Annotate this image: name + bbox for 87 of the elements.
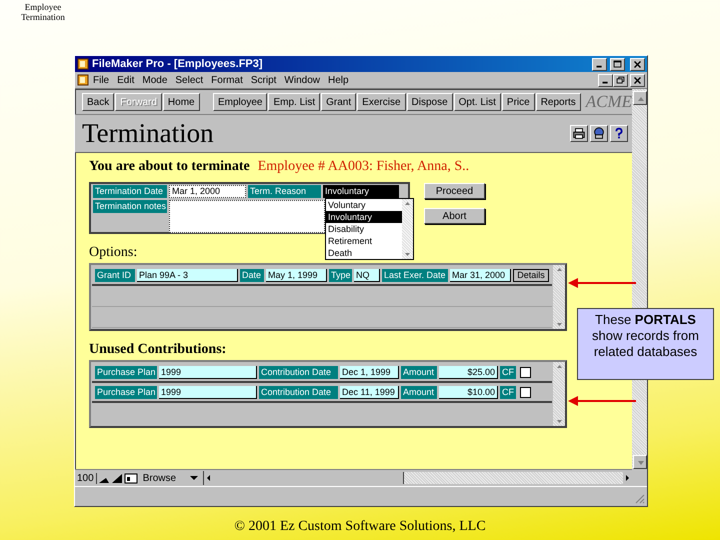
zoom-level[interactable]: 100 <box>75 472 97 484</box>
minimize-icon[interactable] <box>598 74 613 86</box>
logo-text: ACME <box>586 92 632 112</box>
notes-field[interactable] <box>169 200 325 233</box>
minimize-icon[interactable] <box>592 58 607 70</box>
menu-item[interactable]: Edit <box>113 74 138 86</box>
field-value: $25.00 <box>439 366 498 378</box>
flag-label: CF <box>500 366 516 378</box>
field-label: Purchase Plan <box>95 386 157 398</box>
resize-grip-icon[interactable] <box>634 493 645 504</box>
field-label: Last Exer. Date <box>382 268 448 282</box>
close-icon[interactable] <box>630 74 645 86</box>
menu-item[interactable]: Window <box>280 74 324 86</box>
field-value: Dec 11, 1999 <box>340 386 399 398</box>
field-label: Purchase Plan <box>95 366 157 378</box>
field-label: Term. Reason <box>248 185 321 198</box>
dropdown-option[interactable]: Disability <box>326 223 402 235</box>
field-value: NQ <box>354 268 380 282</box>
mode-dropdown[interactable]: Browse <box>140 472 189 484</box>
action-button[interactable]: Abort <box>424 208 485 224</box>
field-label: Grant ID <box>95 268 135 282</box>
field-label: Amount <box>401 366 437 378</box>
arrow <box>568 396 636 406</box>
menu-item[interactable]: Format <box>207 74 247 86</box>
field-label: Contribution Date <box>259 366 338 378</box>
scroll-up-icon[interactable] <box>632 91 646 105</box>
dropdown-option[interactable]: Retirement <box>326 235 402 247</box>
checkbox[interactable] <box>520 386 531 398</box>
details-button[interactable]: Details <box>513 268 549 282</box>
copyright-text: © 2001 Ez Custom Software Solutions, LLC <box>233 519 487 535</box>
field-value: Plan 99A - 3 <box>137 268 238 282</box>
toolbar-button[interactable]: Emp. List <box>268 93 320 111</box>
checkbox[interactable] <box>520 366 531 378</box>
slide-title: Employee Termination <box>20 2 66 22</box>
menu-item[interactable]: Script <box>246 74 280 86</box>
toolbar-button[interactable]: Dispose <box>406 93 453 111</box>
prompt-text: You are about to terminate <box>89 159 250 175</box>
dropdown-option[interactable]: Voluntary <box>326 199 402 211</box>
reason-dropdown[interactable]: Involuntary <box>323 185 399 198</box>
field-value: Dec 1, 1999 <box>340 366 399 378</box>
field-value: Mar 31, 2000 <box>450 268 511 282</box>
field-label: Contribution Date <box>259 386 338 398</box>
menu-item[interactable]: File <box>89 74 114 86</box>
flag-label: CF <box>500 386 516 398</box>
restore-icon[interactable] <box>613 74 628 86</box>
help-icon[interactable] <box>610 125 628 142</box>
field-value: 1999 <box>159 366 257 378</box>
dropdown-option[interactable]: Death <box>326 247 402 259</box>
layout-title: Termination <box>82 118 214 149</box>
toolbar-button[interactable]: Reports <box>536 93 581 111</box>
toolbar-button[interactable]: Price <box>502 93 535 111</box>
print-icon[interactable] <box>570 125 588 142</box>
menu-item[interactable]: Mode <box>138 74 172 86</box>
toolbar-button[interactable]: Opt. List <box>454 93 501 111</box>
dropdown-option[interactable]: Involuntary <box>326 211 402 223</box>
field-label: Termination notes <box>93 200 167 213</box>
field-label: Date <box>240 268 264 282</box>
toolbar-button[interactable]: Grant <box>321 93 356 111</box>
field-label: Type <box>329 268 352 282</box>
toolbar-button[interactable]: Employee <box>212 93 268 111</box>
field-label: Amount <box>401 386 437 398</box>
action-button[interactable]: Proceed <box>424 183 485 199</box>
toolbar-button[interactable]: Exercise <box>357 93 406 111</box>
field-value: $10.00 <box>439 386 498 398</box>
menu-item[interactable]: Help <box>324 74 353 86</box>
field-value: May 1, 1999 <box>266 268 327 282</box>
app-icon <box>77 58 89 70</box>
date-field[interactable]: Mar 1, 2000 <box>169 185 246 198</box>
section-heading: Unused Contributions: <box>89 342 226 358</box>
section-heading: Options: <box>89 245 138 261</box>
scroll-down-icon[interactable] <box>632 455 646 469</box>
callout-note: These PORTALS show records from related databases <box>577 308 714 380</box>
caret-icon[interactable] <box>190 475 199 481</box>
globe-icon[interactable] <box>590 125 608 142</box>
close-icon[interactable] <box>630 58 645 70</box>
window-title: FileMaker Pro - [Employees.FP3] <box>92 58 263 70</box>
layout-icon[interactable] <box>124 472 138 484</box>
arrow <box>568 278 636 288</box>
toolbar-button[interactable]: Back <box>82 93 114 111</box>
maximize-icon[interactable] <box>610 58 625 70</box>
field-label: Termination Date <box>93 185 167 198</box>
field-value: 1999 <box>159 386 257 398</box>
employee-name: Employee # AA003: Fisher, Anna, S.. <box>258 159 470 175</box>
toolbar-button[interactable]: Home <box>162 93 200 111</box>
zoom-in-icon[interactable] <box>110 472 123 484</box>
menu-item[interactable]: Select <box>171 74 208 86</box>
document-icon <box>77 74 89 86</box>
